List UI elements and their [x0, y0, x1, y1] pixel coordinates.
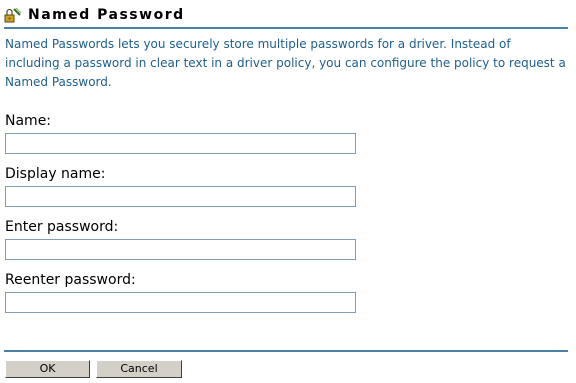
cancel-button[interactable]: Cancel: [96, 360, 182, 378]
reenter-password-input[interactable]: [5, 292, 356, 313]
name-input[interactable]: [5, 133, 356, 154]
ok-button[interactable]: OK: [5, 360, 90, 378]
named-password-icon: [4, 6, 22, 24]
header: Named Password: [4, 4, 185, 26]
description-text: Named Passwords lets you securely store …: [5, 37, 566, 89]
footer-divider: [4, 350, 568, 352]
enter-password-input[interactable]: [5, 239, 356, 260]
reenter-password-label: Reenter password:: [5, 272, 136, 288]
display-name-label: Display name:: [5, 166, 106, 182]
enter-password-label: Enter password:: [5, 219, 119, 235]
page-title: Named Password: [28, 7, 185, 23]
display-name-input[interactable]: [5, 186, 356, 207]
header-divider: [4, 27, 568, 29]
name-label: Name:: [5, 113, 52, 129]
